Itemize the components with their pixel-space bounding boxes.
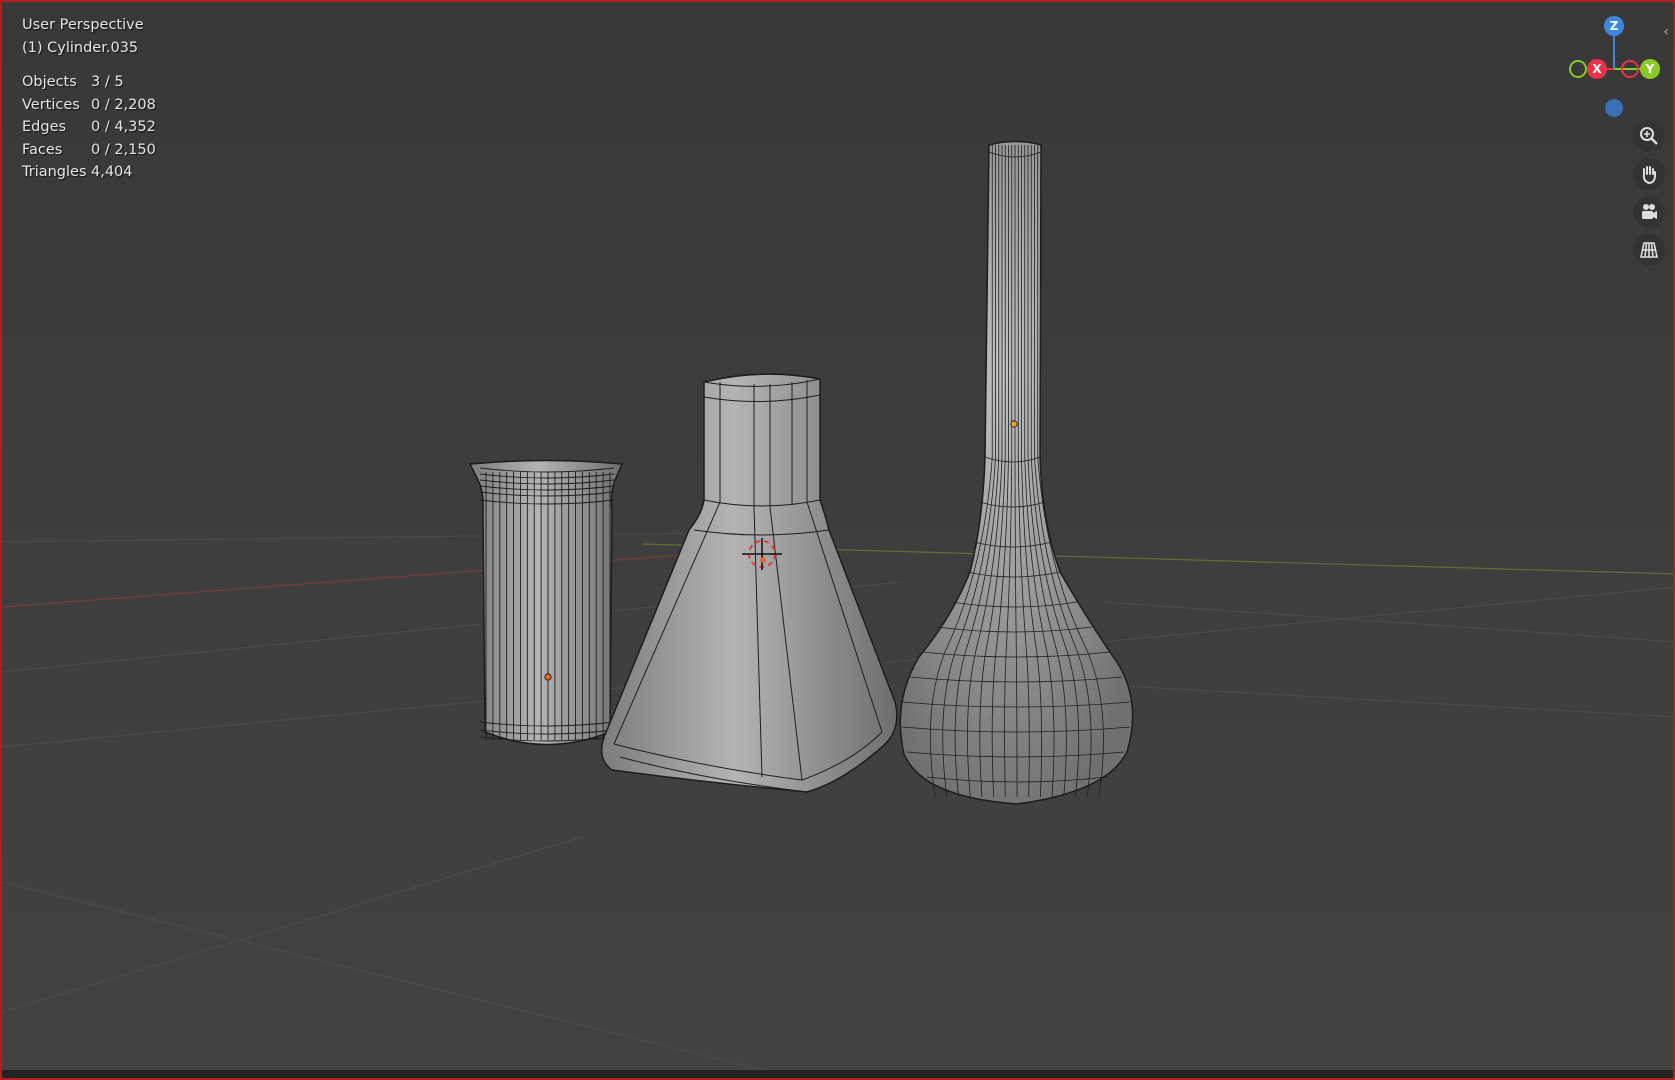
object-origin-dot bbox=[1010, 420, 1018, 428]
gizmo-x-axis[interactable]: X bbox=[1587, 59, 1607, 79]
stat-value: 4,404 bbox=[91, 164, 133, 180]
zoom-icon[interactable] bbox=[1633, 120, 1665, 152]
viewport-scene[interactable] bbox=[2, 2, 1675, 1080]
gizmo-y-axis[interactable]: Y bbox=[1640, 59, 1660, 79]
stat-value: 3 / 5 bbox=[91, 74, 124, 90]
active-object-name: (1) Cylinder.035 bbox=[22, 39, 139, 56]
hand-pan-icon[interactable] bbox=[1633, 158, 1665, 190]
viewport-info-overlay: User Perspective (1) Cylinder.035 Object… bbox=[22, 14, 156, 184]
sidebar-toggle-icon[interactable]: ‹ bbox=[1663, 24, 1669, 40]
stat-label: Triangles bbox=[22, 164, 87, 180]
scene-statistics: Objects 3 / 5 Vertices 0 / 2,208 Edges 0… bbox=[22, 71, 156, 184]
navigation-gizmo[interactable]: Z X Y bbox=[1557, 10, 1673, 122]
3d-viewport[interactable]: User Perspective (1) Cylinder.035 Object… bbox=[0, 0, 1675, 1080]
view-name: User Perspective bbox=[22, 17, 144, 33]
stat-value: 0 / 4,352 bbox=[91, 119, 156, 135]
stat-value: 0 / 2,208 bbox=[91, 96, 156, 113]
gizmo-z-axis[interactable]: Z bbox=[1604, 16, 1624, 36]
stat-label: Faces bbox=[22, 141, 63, 158]
grid-ortho-icon[interactable] bbox=[1633, 234, 1665, 266]
stat-label: Vertices bbox=[22, 96, 80, 113]
stat-label: Edges bbox=[22, 119, 67, 135]
beaker-mesh bbox=[468, 459, 624, 746]
bottom-edge-bar bbox=[2, 1070, 1673, 1078]
camera-icon[interactable] bbox=[1633, 196, 1665, 228]
stat-value: 0 / 2,150 bbox=[91, 141, 156, 158]
stat-label: Objects bbox=[22, 74, 77, 90]
object-origin-dot bbox=[544, 673, 552, 681]
